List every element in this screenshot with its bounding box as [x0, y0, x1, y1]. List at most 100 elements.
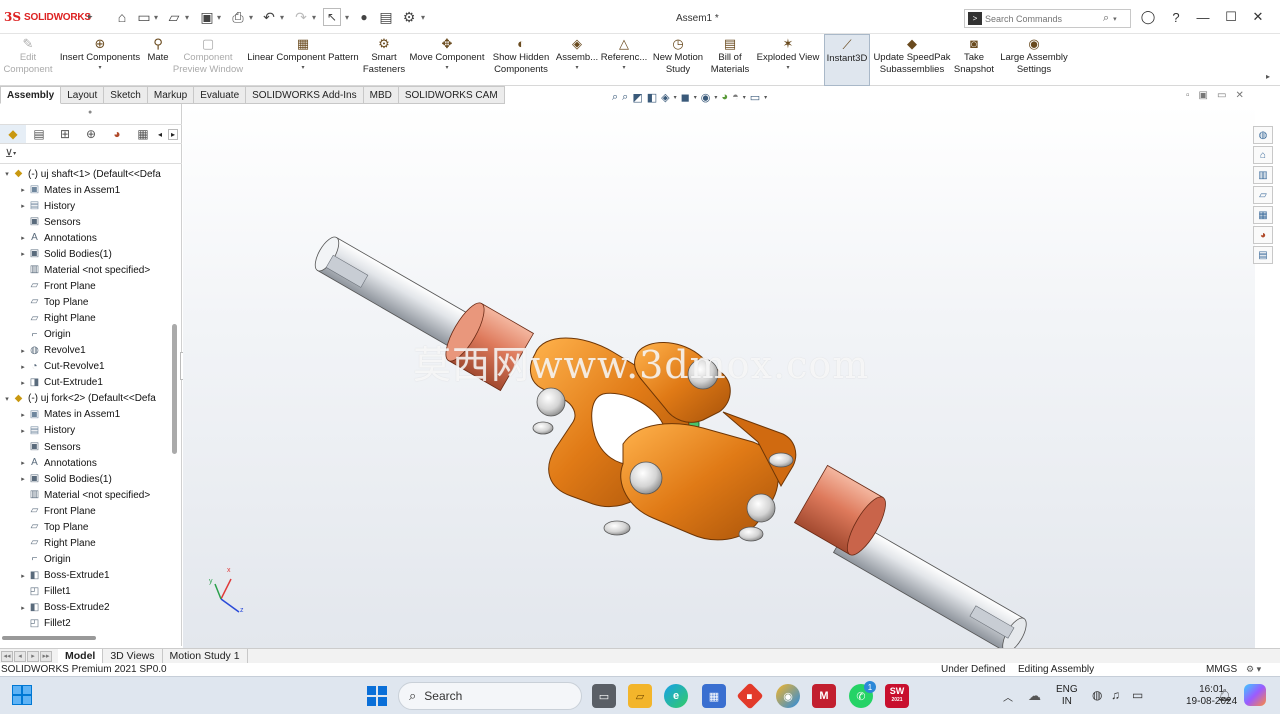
tree-feature-node[interactable]: ▸ ◨ Cut-Extrude1 — [18, 375, 103, 391]
cam-tab-icon[interactable]: ▦ — [130, 125, 156, 143]
status-units[interactable]: MMGS — [1206, 664, 1237, 675]
cmd-dropdown-icon[interactable]: ▾ — [622, 64, 625, 72]
tab-solidworks-cam[interactable]: SOLIDWORKS CAM — [398, 86, 505, 104]
previous-view-icon[interactable]: ◩ — [632, 91, 642, 104]
tree-feature-node[interactable]: ▣ Sensors — [18, 214, 81, 230]
feature-tree-tab-icon[interactable]: ◆ — [0, 125, 26, 143]
network-globe-icon[interactable]: ◍ — [1092, 688, 1102, 702]
scene-dropdown-icon[interactable]: ▾ — [743, 94, 746, 101]
print-icon[interactable]: ⎙ — [230, 8, 246, 26]
home-icon[interactable]: ⌂ — [113, 8, 131, 26]
tree-feature-node[interactable]: ▸ ◧ Boss-Extrude2 — [18, 600, 109, 616]
tree-feature-node[interactable]: ▱ Front Plane — [18, 503, 96, 519]
cmd-insert-components-button[interactable]: ⊕ Insert Components ▾ — [58, 34, 142, 86]
bottom-tab-model[interactable]: Model — [58, 648, 104, 664]
zoom-to-fit-icon[interactable]: ⌕ — [612, 91, 618, 104]
tree-feature-node[interactable]: ▸ ◍ Revolve1 — [18, 343, 85, 359]
rebuild-icon[interactable]: ● — [358, 8, 370, 26]
configuration-manager-tab-icon[interactable]: ⊞ — [52, 125, 78, 143]
tree-feature-node[interactable]: ▥ Material <not specified> — [18, 262, 150, 278]
cmd-dropdown-icon[interactable]: ▾ — [301, 64, 304, 72]
file-explorer-icon[interactable]: ▱ — [1253, 186, 1273, 204]
pin-right-top[interactable] — [768, 452, 794, 468]
tab-sketch[interactable]: Sketch — [104, 86, 148, 104]
tree-feature-node[interactable]: ▣ Sensors — [18, 439, 81, 455]
user-account-icon[interactable]: ◯ — [1138, 8, 1158, 26]
search-commands-box[interactable]: > ⌕ ▾ — [964, 9, 1131, 28]
bottom-tab-3d-views[interactable]: 3D Views — [103, 648, 163, 664]
status-quick-tips-icon[interactable]: ⚙ ▾ — [1246, 664, 1261, 675]
tree-feature-node[interactable]: ◰ Fillet2 — [18, 616, 71, 632]
maximize-icon[interactable]: ☐ — [1221, 8, 1241, 26]
language-indicator[interactable]: ENG IN — [1056, 684, 1078, 708]
zoom-to-area-icon[interactable]: ⌕ — [622, 91, 628, 104]
tree-feature-node[interactable]: ◰ Fillet1 — [18, 584, 71, 600]
view-orientation-dropdown-icon[interactable]: ▾ — [674, 94, 677, 101]
new-dropdown-icon[interactable]: ▾ — [152, 8, 160, 26]
tree-component-node[interactable]: ▾ ◆ (-) uj shaft<1> (Default<<Defa — [2, 166, 161, 182]
solidworks-taskbar-icon[interactable]: SW 2021 — [885, 684, 909, 708]
view-orientation-icon[interactable]: ◈ — [661, 91, 669, 104]
windows-start-icon[interactable] — [367, 686, 387, 706]
tab-evaluate[interactable]: Evaluate — [194, 86, 247, 104]
design-library-icon[interactable]: ▥ — [1253, 166, 1273, 184]
show-hidden-icons-icon[interactable]: ︿ — [1003, 689, 1013, 704]
redo-dropdown-icon[interactable]: ▾ — [310, 8, 318, 26]
mcafee-icon[interactable]: M — [812, 684, 836, 708]
tree-feature-node[interactable]: ▸ ▤ History — [18, 198, 75, 214]
tree-expander-icon[interactable]: ▾ — [2, 395, 12, 403]
tree-expander-icon[interactable]: ▸ — [18, 186, 28, 194]
pin-left[interactable] — [536, 387, 566, 417]
pin-bottom-left[interactable] — [603, 520, 631, 536]
microsoft-store-icon[interactable]: ▦ — [702, 684, 726, 708]
viewport-minimize-icon[interactable]: ▭ — [1217, 90, 1226, 101]
cmd-edit-component-button[interactable]: ✎ Edit Component — [2, 34, 54, 86]
view-settings-icon[interactable]: ▭ — [750, 91, 760, 104]
cmd-assembly-features-button[interactable]: ◈ Assemb... ▾ — [555, 34, 599, 86]
view-palette-icon[interactable]: ▦ — [1253, 206, 1273, 224]
tree-expander-icon[interactable]: ▸ — [18, 475, 28, 483]
cmd-dropdown-icon[interactable]: ▾ — [575, 64, 578, 72]
last-tab-icon[interactable]: ▸▸ — [40, 650, 52, 662]
pin-center[interactable] — [629, 461, 663, 495]
cmd-move-component-button[interactable]: ✥ Move Component ▾ — [408, 34, 486, 86]
select-dropdown-icon[interactable]: ▾ — [343, 8, 351, 26]
cmd-exploded-view-button[interactable]: ✶ Exploded View ▾ — [756, 34, 820, 86]
property-manager-tab-icon[interactable]: ▤ — [26, 125, 52, 143]
task-view-icon[interactable]: ▭ — [592, 684, 616, 708]
options-gear-icon[interactable]: ⚙ — [401, 8, 417, 26]
cmd-instant3d-button[interactable]: ⟋ Instant3D — [824, 34, 870, 86]
display-style-dropdown-icon[interactable]: ▾ — [694, 94, 697, 101]
cmd-preview-window-button[interactable]: ▢ Component Preview Window — [172, 34, 244, 86]
tab-mbd[interactable]: MBD — [363, 86, 399, 104]
tree-feature-node[interactable]: ▸ ◔ Cut-Revolve1 — [18, 359, 104, 375]
tabs-scroll-right-icon[interactable]: ▸ — [168, 128, 179, 140]
file-explorer-taskbar-icon[interactable]: ▱ — [628, 684, 652, 708]
solidworks-resources-icon[interactable]: ◍ — [1253, 126, 1273, 144]
tree-expander-icon[interactable]: ▸ — [18, 379, 28, 387]
tree-feature-node[interactable]: ▸ ◧ Boss-Extrude1 — [18, 568, 109, 584]
onedrive-icon[interactable]: ☁ — [1028, 688, 1041, 704]
edge-browser-icon[interactable]: e — [664, 684, 688, 708]
tree-feature-node[interactable]: ▱ Front Plane — [18, 278, 96, 294]
tree-expander-icon[interactable]: ▸ — [18, 411, 28, 419]
close-icon[interactable]: ✕ — [1248, 8, 1268, 26]
hide-show-items-icon[interactable]: ◉ — [701, 91, 711, 104]
pin-lower-left[interactable] — [532, 421, 554, 435]
display-manager-tab-icon[interactable]: ◕ — [104, 125, 130, 143]
file-properties-icon[interactable]: ▤ — [378, 8, 394, 26]
tree-feature-node[interactable]: ▸ ▣ Mates in Assem1 — [18, 407, 120, 423]
tree-horizontal-scrollbar[interactable] — [2, 636, 96, 640]
tree-expander-icon[interactable]: ▸ — [18, 347, 28, 355]
graphics-area[interactable]: x y z 莫西网www.3dmox.com — [183, 104, 1255, 648]
pin-bottom-right[interactable] — [738, 526, 764, 542]
panel-grip-icon[interactable]: ● — [88, 109, 92, 116]
tree-feature-node[interactable]: ▥ Material <not specified> — [18, 487, 150, 503]
first-tab-icon[interactable]: ◂◂ — [1, 650, 13, 662]
copilot-icon[interactable] — [1244, 684, 1266, 706]
cmd-snapshot-button[interactable]: ◙ Take Snapshot — [953, 34, 995, 86]
search-commands-input[interactable] — [985, 13, 1103, 24]
cmd-dropdown-icon[interactable]: ▾ — [98, 64, 101, 72]
tree-feature-node[interactable]: ▱ Right Plane — [18, 535, 96, 551]
undo-dropdown-icon[interactable]: ▾ — [278, 8, 286, 26]
